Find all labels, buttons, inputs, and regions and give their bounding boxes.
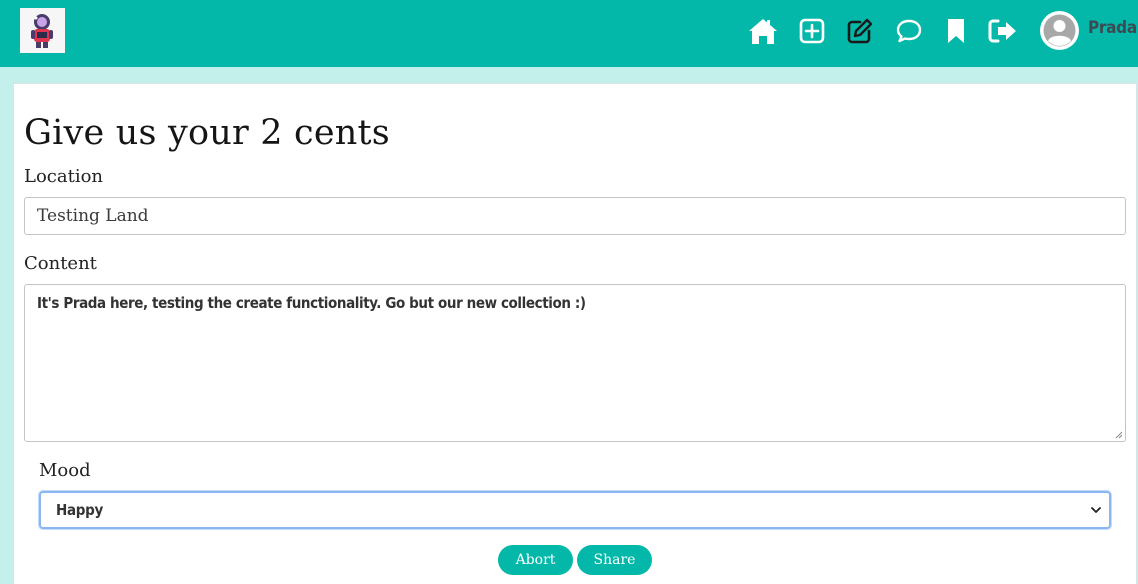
share-button[interactable]: Share — [577, 545, 652, 575]
chevron-down-icon — [1091, 507, 1101, 513]
astronaut-logo-icon — [31, 14, 53, 48]
mood-select[interactable]: Happy — [39, 491, 1111, 529]
app-logo[interactable] — [20, 8, 65, 53]
page-title: Give us your 2 cents — [24, 113, 390, 153]
resize-handle-icon[interactable] — [1115, 431, 1123, 439]
chat-icon[interactable] — [892, 14, 926, 48]
add-square-icon[interactable] — [795, 14, 829, 48]
avatar[interactable] — [1040, 11, 1079, 50]
logout-icon[interactable] — [986, 14, 1020, 48]
content-label: Content — [24, 253, 97, 274]
content-textarea[interactable]: It's Prada here, testing the create func… — [24, 284, 1126, 442]
location-input[interactable]: Testing Land — [24, 197, 1126, 235]
abort-button[interactable]: Abort — [498, 545, 573, 575]
mood-label: Mood — [39, 460, 91, 481]
mood-selected-value: Happy — [56, 501, 104, 519]
home-icon[interactable] — [746, 14, 780, 48]
user-avatar-icon — [1043, 14, 1076, 47]
edit-icon[interactable] — [843, 14, 877, 48]
username[interactable]: Prada — [1088, 18, 1137, 38]
location-label: Location — [24, 166, 104, 187]
content-text: It's Prada here, testing the create func… — [37, 294, 586, 312]
top-navbar: Prada — [0, 0, 1138, 67]
bookmark-icon[interactable] — [939, 14, 973, 48]
